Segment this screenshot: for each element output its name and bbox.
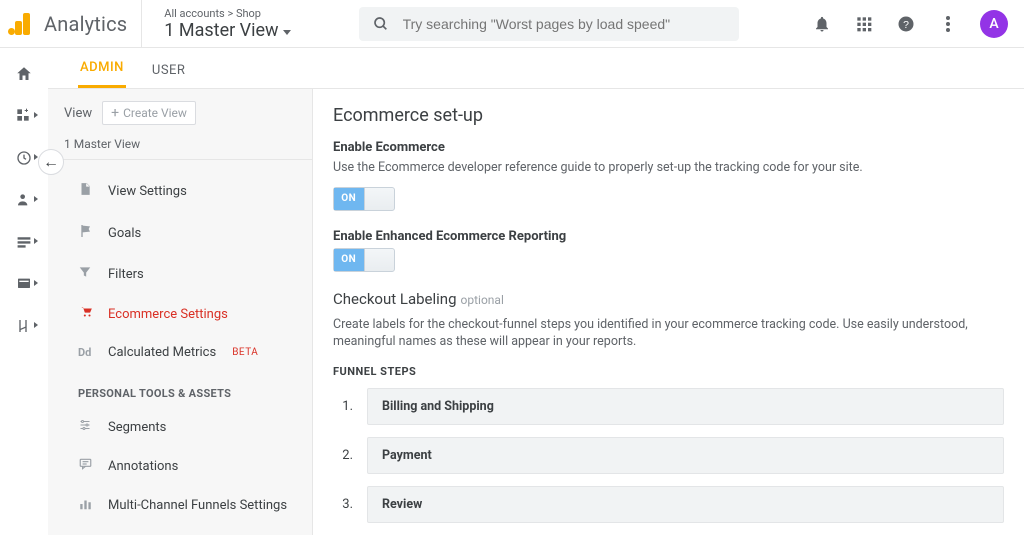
main-panel: Ecommerce set-up Enable Ecommerce Use th… [313,89,1024,535]
checkout-labeling-heading: Checkout Labeling optional [333,290,1004,308]
enable-enhanced-heading: Enable Enhanced Ecommerce Reporting [333,229,1004,244]
nav-label: Ecommerce Settings [108,307,228,322]
step-box[interactable]: Review [367,486,1004,523]
left-rail [0,48,48,512]
nav-label: Segments [108,420,166,435]
more-icon[interactable] [938,14,958,34]
chat-icon [78,457,96,475]
nav-label: Annotations [108,459,178,474]
checkout-labeling-help: Create labels for the checkout-funnel st… [333,316,993,351]
nav-label: Calculated Metrics [108,345,216,360]
view-name: 1 Master View [164,20,278,41]
nav-label: View Settings [108,184,187,199]
step-box[interactable]: Billing and Shipping [367,388,1004,425]
funnel-step-row: 3. Review [333,486,1004,523]
nav-label: Filters [108,267,144,282]
dd-icon: Dd [78,346,96,359]
toggle-on-label: ON [334,188,365,210]
top-header: Analytics All accounts > Shop 1 Master V… [0,0,1024,48]
search-input[interactable] [403,16,727,32]
flag-icon [78,223,96,243]
nav-annotations[interactable]: Annotations [48,446,312,486]
beta-badge: BETA [232,347,258,358]
step-box[interactable]: Payment [367,437,1004,474]
analytics-logo-icon [8,13,30,35]
enable-ecommerce-toggle[interactable]: ON [333,187,395,211]
page-title: Ecommerce set-up [333,105,1004,126]
step-number: 3. [333,497,353,512]
nav-goals[interactable]: Goals [48,212,312,254]
rail-realtime-icon[interactable] [14,148,34,168]
tab-admin[interactable]: ADMIN [78,48,126,88]
notifications-icon[interactable] [812,14,832,34]
segments-icon [78,419,96,435]
breadcrumb: All accounts > Shop [164,7,290,20]
nav-label: Goals [108,226,141,241]
tab-user[interactable]: USER [150,51,188,88]
rail-conversions-icon[interactable] [14,316,34,336]
view-selector[interactable]: 1 Master View [164,20,290,41]
back-button[interactable]: ← [38,149,64,175]
nav-filters[interactable]: Filters [48,254,312,294]
filter-icon [78,265,96,283]
checkout-labeling-text: Checkout Labeling [333,290,457,308]
create-view-button[interactable]: + Create View [102,101,196,125]
funnel-step-row: 1. Billing and Shipping [333,388,1004,425]
rail-home-icon[interactable] [14,64,34,84]
nav-view-settings[interactable]: View Settings [48,170,312,212]
toggle-on-label: ON [334,249,365,271]
cart-icon [78,305,96,323]
rail-behavior-icon[interactable] [14,274,34,294]
step-number: 1. [333,399,353,414]
account-selector[interactable]: All accounts > Shop 1 Master View [150,7,290,41]
nav-segments[interactable]: Segments [48,408,312,446]
rail-acquisition-icon[interactable] [14,232,34,252]
current-view-name[interactable]: 1 Master View [48,131,312,160]
funnel-steps-heading: FUNNEL STEPS [333,365,1004,378]
view-column-label: View [64,106,92,121]
create-view-label: Create View [123,106,187,120]
rail-customization-icon[interactable] [14,106,34,126]
search-icon [371,14,391,34]
step-number: 2. [333,448,353,463]
svg-text:?: ? [903,18,909,30]
enable-ecommerce-heading: Enable Ecommerce [333,140,1004,155]
help-icon[interactable]: ? [896,14,916,34]
nav-multichannel[interactable]: Multi-Channel Funnels Settings [48,486,312,526]
optional-label: optional [461,293,504,307]
nav-calculated-metrics[interactable]: Dd Calculated Metrics BETA [48,334,312,371]
avatar[interactable]: A [980,10,1008,38]
chevron-down-icon [283,30,291,35]
apps-icon[interactable] [854,14,874,34]
nav-ecommerce-settings[interactable]: Ecommerce Settings [48,294,312,334]
plus-icon: + [111,108,119,118]
brand-name: Analytics [38,12,127,36]
personal-section-header: PERSONAL TOOLS & ASSETS [48,371,312,408]
file-icon [78,181,96,201]
enable-enhanced-toggle[interactable]: ON [333,248,395,272]
search-bar[interactable] [359,7,739,41]
rail-audience-icon[interactable] [14,190,34,210]
admin-tabbar: ADMIN USER [48,48,1024,89]
bars-icon [78,497,96,515]
funnel-step-row: 2. Payment [333,437,1004,474]
view-column: View + Create View 1 Master View ← View … [48,89,313,535]
enable-ecommerce-help: Use the Ecommerce developer reference gu… [333,159,1004,177]
logo-block: Analytics [8,0,142,47]
